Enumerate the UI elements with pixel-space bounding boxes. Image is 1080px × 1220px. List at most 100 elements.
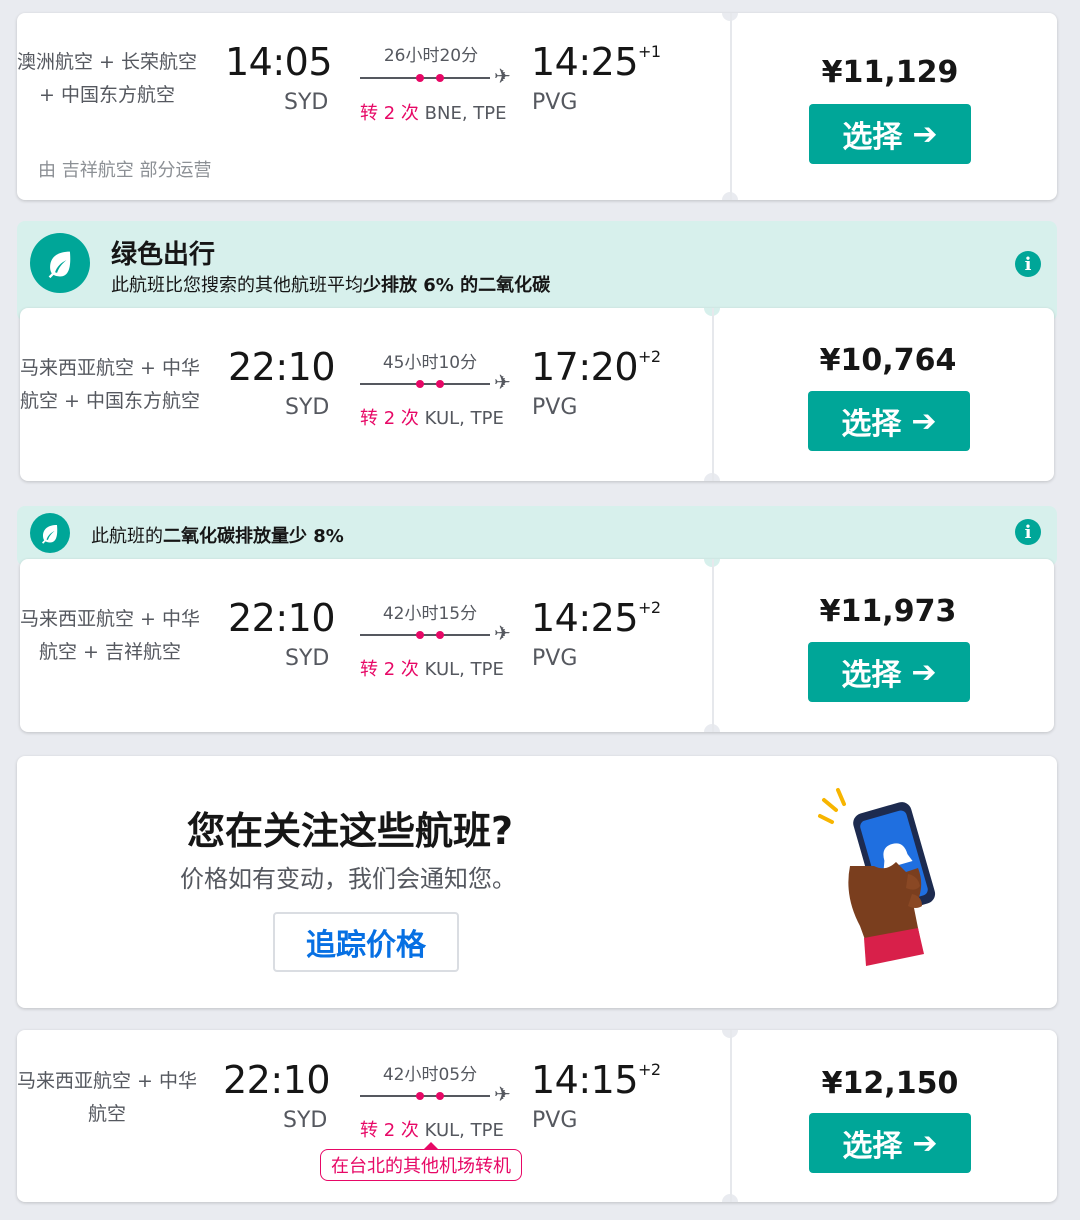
eco-title: 绿色出行 bbox=[111, 240, 216, 270]
leaf-icon bbox=[30, 233, 90, 293]
airline-names: 马来西亚航空 + 中华航空 bbox=[17, 1070, 197, 1125]
select-button[interactable]: 选择 ➔ bbox=[808, 642, 970, 702]
arrow-right-icon: ➔ bbox=[911, 403, 937, 439]
info-icon[interactable]: i bbox=[1015, 519, 1041, 545]
airline-names: 澳洲航空 + 长荣航空 + 中国东方航空 bbox=[17, 51, 197, 106]
arrival-time: 17:20+2 bbox=[531, 345, 661, 389]
arrival-time-value: 14:15 bbox=[531, 1058, 639, 1102]
stops-count: 转 2 次 bbox=[360, 408, 419, 429]
stops-info: 转 2 次 BNE, TPE bbox=[360, 99, 507, 125]
eco-text-bold: 少排放 6% 的二氧化碳 bbox=[363, 275, 551, 296]
select-label: 选择 bbox=[842, 1129, 903, 1164]
airline-names: 马来西亚航空 + 中华航空 + 中国东方航空 bbox=[20, 357, 200, 412]
card-divider bbox=[712, 308, 714, 481]
price-alert-card: 您在关注这些航班? 价格如有变动，我们会通知您。 追踪价格 bbox=[17, 756, 1057, 1008]
operated-by: 由 吉祥航空 部分运营 bbox=[38, 160, 212, 181]
day-offset: +2 bbox=[638, 1060, 661, 1079]
eco-banner: 此航班的二氧化碳排放量少 8% i bbox=[17, 506, 1057, 566]
track-price-button[interactable]: 追踪价格 bbox=[273, 912, 459, 972]
arrival-time-value: 17:20 bbox=[531, 345, 639, 389]
stops-info: 转 2 次 KUL, TPE bbox=[360, 404, 504, 430]
stops-airports: BNE, TPE bbox=[424, 103, 507, 124]
departure-airport: SYD bbox=[285, 646, 330, 671]
stop-dot bbox=[416, 631, 424, 639]
eco-text-bold: 二氧化碳排放量少 8% bbox=[163, 526, 344, 547]
flight-card[interactable]: 马来西亚航空 + 中华航空 22:10 SYD 42小时05分 ✈ 转 2 次 … bbox=[17, 1030, 1057, 1202]
departure-time: 22:10 bbox=[227, 345, 336, 389]
flight-duration: 45小时10分 bbox=[382, 353, 478, 373]
plane-icon: ✈ bbox=[494, 64, 511, 88]
stops-count: 转 2 次 bbox=[360, 659, 419, 680]
day-offset: +2 bbox=[638, 598, 661, 617]
price-alert-subtitle: 价格如有变动，我们会通知您。 bbox=[180, 865, 516, 893]
departure-airport: SYD bbox=[285, 395, 330, 420]
route-line bbox=[360, 634, 490, 636]
arrival-airport: PVG bbox=[532, 395, 578, 420]
stop-dot bbox=[416, 1092, 424, 1100]
flight-card[interactable]: 马来西亚航空 + 中华航空 + 中国东方航空 22:10 SYD 45小时10分… bbox=[20, 308, 1054, 481]
stop-dot bbox=[436, 380, 444, 388]
departure-time: 14:05 bbox=[224, 40, 333, 84]
day-offset: +2 bbox=[638, 347, 661, 366]
leaf-icon bbox=[30, 513, 70, 553]
stops-count: 转 2 次 bbox=[360, 103, 419, 124]
airline-names: 马来西亚航空 + 中华航空 + 吉祥航空 bbox=[20, 608, 200, 663]
arrow-right-icon: ➔ bbox=[912, 1125, 938, 1161]
airport-change-warning: 在台北的其他机场转机 bbox=[320, 1149, 522, 1181]
route-line bbox=[360, 383, 490, 385]
arrival-time: 14:25+1 bbox=[531, 40, 661, 84]
card-divider bbox=[730, 1030, 732, 1202]
departure-airport: SYD bbox=[283, 1108, 328, 1133]
stops-airports: KUL, TPE bbox=[424, 1120, 504, 1141]
arrow-right-icon: ➔ bbox=[911, 654, 937, 690]
arrival-time-value: 14:25 bbox=[531, 40, 639, 84]
arrival-time-value: 14:25 bbox=[531, 596, 639, 640]
day-offset: +1 bbox=[638, 42, 661, 61]
flight-duration: 26小时20分 bbox=[383, 46, 479, 66]
price: ¥10,764 bbox=[819, 343, 957, 378]
departure-airport: SYD bbox=[284, 90, 329, 115]
select-label: 选择 bbox=[842, 120, 903, 155]
arrival-airport: PVG bbox=[532, 90, 578, 115]
price: ¥12,150 bbox=[821, 1066, 959, 1101]
stops-info: 转 2 次 KUL, TPE bbox=[360, 1116, 504, 1142]
select-button[interactable]: 选择 ➔ bbox=[809, 104, 971, 164]
stop-dot bbox=[436, 1092, 444, 1100]
plane-icon: ✈ bbox=[494, 621, 511, 645]
flight-card[interactable]: 马来西亚航空 + 中华航空 + 吉祥航空 22:10 SYD 42小时15分 ✈… bbox=[20, 559, 1054, 732]
select-button[interactable]: 选择 ➔ bbox=[808, 391, 970, 451]
eco-description: 此航班比您搜索的其他航班平均少排放 6% 的二氧化碳 bbox=[111, 271, 550, 297]
plane-icon: ✈ bbox=[494, 1082, 511, 1106]
card-divider bbox=[712, 559, 714, 732]
phone-hand-illustration bbox=[818, 788, 936, 966]
arrival-airport: PVG bbox=[532, 1108, 578, 1133]
plane-icon: ✈ bbox=[494, 370, 511, 394]
price: ¥11,129 bbox=[821, 55, 959, 90]
eco-text-plain: 此航班比您搜索的其他航班平均 bbox=[111, 275, 363, 296]
stop-dot bbox=[416, 74, 424, 82]
departure-time: 22:10 bbox=[222, 1058, 331, 1102]
eco-description: 此航班的二氧化碳排放量少 8% bbox=[91, 522, 344, 548]
arrival-time: 14:25+2 bbox=[531, 596, 661, 640]
warning-pointer bbox=[424, 1142, 438, 1149]
stops-info: 转 2 次 KUL, TPE bbox=[360, 655, 504, 681]
departure-time: 22:10 bbox=[227, 596, 336, 640]
stop-dot bbox=[436, 631, 444, 639]
select-label: 选择 bbox=[841, 658, 902, 693]
eco-banner: 绿色出行 此航班比您搜索的其他航班平均少排放 6% 的二氧化碳 i bbox=[17, 221, 1057, 321]
info-icon[interactable]: i bbox=[1015, 251, 1041, 277]
stops-airports: KUL, TPE bbox=[424, 659, 504, 680]
select-label: 选择 bbox=[841, 407, 902, 442]
flight-duration: 42小时15分 bbox=[382, 604, 478, 624]
arrow-right-icon: ➔ bbox=[912, 116, 938, 152]
stops-count: 转 2 次 bbox=[360, 1120, 419, 1141]
stop-dot bbox=[436, 74, 444, 82]
flight-card[interactable]: 澳洲航空 + 长荣航空 + 中国东方航空 由 吉祥航空 部分运营 14:05 S… bbox=[17, 13, 1057, 200]
select-button[interactable]: 选择 ➔ bbox=[809, 1113, 971, 1173]
route-line bbox=[360, 77, 490, 79]
route-line bbox=[360, 1095, 490, 1097]
price: ¥11,973 bbox=[819, 594, 957, 629]
stop-dot bbox=[416, 380, 424, 388]
eco-text-plain: 此航班的 bbox=[91, 526, 163, 547]
flight-duration: 42小时05分 bbox=[382, 1065, 478, 1085]
